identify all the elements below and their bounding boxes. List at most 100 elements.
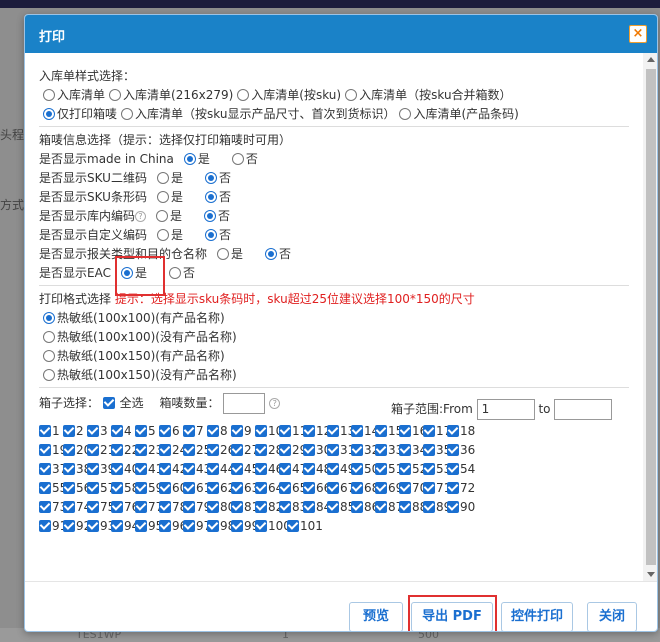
scroll-thumb[interactable] [646,69,656,565]
box-checkbox-item[interactable]: 29 [279,441,307,460]
box-checkbox[interactable] [111,463,123,475]
box-checkbox-item[interactable]: 82 [255,498,283,517]
box-checkbox[interactable] [183,463,195,475]
box-checkbox-item[interactable]: 79 [183,498,211,517]
box-checkbox[interactable] [63,501,75,513]
box-checkbox[interactable] [399,482,411,494]
box-checkbox[interactable] [135,425,147,437]
box-checkbox[interactable] [39,501,51,513]
box-checkbox-item[interactable]: 80 [207,498,235,517]
box-checkbox[interactable] [231,520,243,532]
box-checkbox-item[interactable]: 31 [327,441,355,460]
box-checkbox-item[interactable]: 56 [63,479,91,498]
box-checkbox-item[interactable]: 95 [135,517,163,536]
yes-option-radio[interactable] [157,229,170,241]
box-checkbox-item[interactable]: 25 [183,441,211,460]
select-all-checkbox[interactable] [102,397,115,409]
box-checkbox-item[interactable]: 47 [279,460,307,479]
yes-option-radio[interactable] [156,191,169,203]
box-checkbox[interactable] [375,444,387,456]
box-checkbox-item[interactable]: 89 [423,498,451,517]
print-format-option-radio[interactable] [43,369,55,381]
box-checkbox-item[interactable]: 92 [63,517,91,536]
box-checkbox-item[interactable]: 52 [399,460,427,479]
box-checkbox[interactable] [39,425,51,437]
box-checkbox-item[interactable]: 90 [447,498,475,517]
box-checkbox-item[interactable]: 23 [135,441,163,460]
box-checkbox[interactable] [231,482,243,494]
box-checkbox-item[interactable]: 50 [351,460,379,479]
box-checkbox-item[interactable]: 34 [399,441,427,460]
box-checkbox[interactable] [447,463,459,475]
box-checkbox[interactable] [87,482,99,494]
box-checkbox[interactable] [351,501,363,513]
box-checkbox[interactable] [327,482,339,494]
box-checkbox-item[interactable]: 17 [423,422,451,441]
box-checkbox[interactable] [207,463,219,475]
box-checkbox[interactable] [255,482,267,494]
box-checkbox-item[interactable]: 26 [207,441,235,460]
box-checkbox-item[interactable]: 97 [183,517,211,536]
box-checkbox[interactable] [159,482,171,494]
format-option-radio[interactable] [43,89,55,101]
box-checkbox[interactable] [111,520,123,532]
box-checkbox[interactable] [231,501,243,513]
box-qty-input[interactable] [223,393,266,414]
box-checkbox-item[interactable]: 100 [255,517,291,536]
box-checkbox-item[interactable]: 93 [87,517,115,536]
box-checkbox-item[interactable]: 55 [39,479,67,498]
box-checkbox-item[interactable]: 99 [231,517,259,536]
box-checkbox[interactable] [159,444,171,456]
box-checkbox-item[interactable]: 101 [287,517,323,536]
box-checkbox[interactable] [63,463,75,475]
box-checkbox-item[interactable]: 46 [255,460,283,479]
box-checkbox-item[interactable]: 98 [207,517,235,536]
box-checkbox-item[interactable]: 72 [447,479,475,498]
box-checkbox-item[interactable]: 18 [447,422,475,441]
box-checkbox[interactable] [255,463,267,475]
box-checkbox-item[interactable]: 38 [63,460,91,479]
box-checkbox-item[interactable]: 8 [207,422,231,441]
box-checkbox[interactable] [183,520,195,532]
box-checkbox-item[interactable]: 10 [255,422,283,441]
box-checkbox-item[interactable]: 24 [159,441,187,460]
box-checkbox-item[interactable]: 84 [303,498,331,517]
box-checkbox[interactable] [399,425,411,437]
box-checkbox-item[interactable]: 28 [255,441,283,460]
box-checkbox[interactable] [39,482,51,494]
box-checkbox[interactable] [111,444,123,456]
box-checkbox[interactable] [207,482,219,494]
box-checkbox-item[interactable]: 6 [159,422,183,441]
box-checkbox[interactable] [375,482,387,494]
yes-option-radio[interactable] [156,172,169,184]
box-checkbox-item[interactable]: 71 [423,479,451,498]
box-checkbox-item[interactable]: 70 [399,479,427,498]
box-checkbox[interactable] [351,482,363,494]
box-checkbox[interactable] [255,520,267,532]
box-checkbox[interactable] [287,520,299,532]
box-checkbox-item[interactable]: 60 [159,479,187,498]
box-checkbox[interactable] [111,425,123,437]
format-option-radio[interactable] [345,89,358,101]
box-checkbox-item[interactable]: 27 [231,441,259,460]
no-option-radio[interactable] [205,229,218,241]
box-checkbox[interactable] [207,501,219,513]
box-checkbox-item[interactable]: 30 [303,441,331,460]
box-checkbox-item[interactable]: 53 [423,460,451,479]
box-checkbox[interactable] [255,425,267,437]
box-checkbox-item[interactable]: 62 [207,479,235,498]
box-checkbox[interactable] [159,463,171,475]
no-option-radio[interactable] [231,153,244,165]
box-checkbox[interactable] [39,444,51,456]
box-checkbox[interactable] [87,425,99,437]
box-checkbox[interactable] [159,520,171,532]
format-option-radio[interactable] [109,89,122,101]
box-checkbox[interactable] [447,425,459,437]
no-option-radio[interactable] [204,191,217,203]
box-checkbox-item[interactable]: 36 [447,441,475,460]
box-checkbox-item[interactable]: 57 [87,479,115,498]
box-checkbox[interactable] [399,463,411,475]
scroll-down-icon[interactable] [647,572,655,577]
box-checkbox[interactable] [351,425,363,437]
box-checkbox[interactable] [423,501,435,513]
